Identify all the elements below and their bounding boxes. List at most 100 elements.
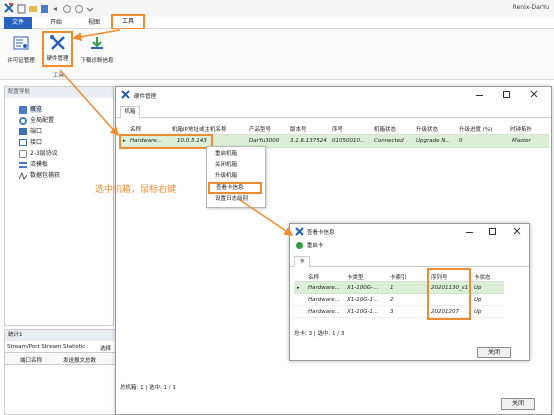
nav-item-packet-capture[interactable]: 数据包捕获 [19, 170, 113, 181]
nav-item-protocols[interactable]: 2-3层协议 [19, 148, 113, 159]
protocol-icon [19, 149, 27, 158]
hardware-tab-strip: 机箱 [116, 103, 551, 118]
stats-tabs: Stream/Port Stream Statistic 选择 [5, 341, 117, 353]
restart-card-button[interactable]: 重启卡 [296, 241, 323, 251]
menu-tools[interactable]: 工具 [111, 14, 145, 30]
ribbon: 许可证管理 硬件管理 下载诊断信息 工具 [0, 29, 554, 80]
hardware-window-title: 硬件管理 [134, 94, 157, 100]
card-cell-type: X1-10G-1... [347, 309, 379, 315]
menu-view-card-info[interactable]: 查看卡信息 [208, 182, 262, 194]
nav-tree: 概览 全局配置 端口 接口 2-3层协议 流模板 数据包捕获 [5, 98, 113, 181]
card-cell-index: 3 [390, 309, 394, 315]
minimize-icon[interactable] [466, 232, 473, 233]
card-grid: 名称 卡类型 卡索引 序列号 卡状态 ▸ Hardware... X1-100G… [294, 268, 504, 320]
maximize-icon[interactable] [489, 228, 496, 235]
capture-icon [19, 171, 28, 180]
card-cell-type: X1-100G-... [347, 285, 379, 291]
card-cell-name: Hardware... [308, 297, 341, 303]
menu-set-log-level[interactable]: 设置日志级别 [207, 194, 265, 205]
hardware-button[interactable]: 硬件管理 [42, 31, 73, 67]
ribbon-group-label: 工具 [53, 73, 65, 79]
menu-restart-chassis[interactable]: 重启机箱 [207, 149, 265, 160]
cell-model: DarYu3000 [249, 138, 280, 144]
stats-tab-stream[interactable]: Stream/Port Stream Statistic [7, 344, 85, 350]
menu-shutdown-chassis[interactable]: 关闭机箱 [207, 160, 265, 171]
col-model: 产品型号 [249, 127, 272, 133]
card-col-type: 卡类型 [347, 275, 364, 281]
nav-panel: 配置导航 概览 全局配置 端口 接口 2-3层协议 流模板 数据包捕获 [4, 86, 114, 326]
menu-view[interactable]: 视图 [80, 17, 108, 29]
card-cell-status: Up [474, 309, 482, 315]
app-logo-icon [295, 227, 304, 236]
wrench-icon [49, 35, 67, 51]
selected-chassis-highlight [119, 134, 213, 149]
maximize-icon[interactable] [503, 91, 510, 98]
stats-panel: 统计1 Stream/Port Stream Statistic 选择 端口名称… [4, 329, 118, 415]
col-status: 机箱状态 [374, 127, 397, 133]
card-header: 名称 卡类型 卡索引 序列号 卡状态 [294, 270, 504, 282]
col-clock: 时钟拓扑 [510, 127, 533, 133]
cell-upgrade-progress: 0 [459, 138, 463, 144]
quick-access-toolbar[interactable] [17, 4, 107, 14]
nav-item-ports[interactable]: 端口 [19, 126, 113, 137]
restart-icon [296, 242, 303, 249]
card-row[interactable]: Hardware... X1-10G-1... 3 20201207 Up [294, 306, 504, 318]
app-logo-icon [4, 3, 14, 13]
menu-upgrade-chassis[interactable]: 升级机箱 [207, 171, 265, 182]
close-icon[interactable] [512, 226, 522, 236]
card-cell-name: Hardware... [308, 285, 341, 291]
minimize-icon[interactable] [476, 95, 483, 96]
col-name: 名称 [130, 127, 142, 133]
title-bar: Renix-DarYu [0, 0, 554, 17]
col-version: 版本号 [290, 127, 307, 133]
home-icon [19, 105, 27, 114]
app-title: Renix-DarYu [512, 4, 549, 11]
card-window-title: 查看卡信息 [307, 230, 335, 236]
annotation-text: 选中机箱，鼠标右键 [95, 185, 177, 195]
download-diagnostics-button[interactable]: 下载诊断信息 [75, 34, 119, 68]
menu-start[interactable]: 开始 [42, 17, 70, 29]
cell-clock: Master [512, 138, 531, 144]
card-row[interactable]: Hardware... X1-10G-1... 2 Up [294, 294, 504, 306]
stats-col-sent: 发送报文总数 [63, 358, 97, 364]
stats-tab-select[interactable]: 选择 [100, 344, 111, 352]
card-cell-name: Hardware... [308, 309, 341, 315]
tab-card[interactable]: 卡 [294, 256, 310, 267]
tab-chassis[interactable]: 机箱 [120, 106, 140, 118]
card-col-name: 名称 [308, 275, 320, 281]
card-row[interactable]: ▸ Hardware... X1-100G-... 1 20201130_s1 … [294, 282, 504, 294]
hardware-window-titlebar: 硬件管理 [116, 87, 551, 103]
stats-title: 统计1 [5, 330, 117, 341]
nav-item-interfaces[interactable]: 接口 [19, 137, 113, 148]
stats-col-port: 端口名称 [20, 358, 43, 364]
stream-icon [19, 161, 27, 168]
card-toolbar: 重启卡 [290, 240, 529, 252]
download-label: 下载诊断信息 [80, 58, 114, 64]
chassis-grid: 名称 机箱IP地址或主机名称 产品型号 版本号 序号 机箱状态 升级状态 升级进… [119, 122, 549, 152]
app-logo-icon [121, 90, 130, 99]
stats-header: 端口名称 发送报文总数 [5, 353, 117, 365]
port-icon [19, 128, 27, 135]
menu-file[interactable]: 文件 [4, 17, 32, 29]
nav-item-overview[interactable]: 概览 [19, 104, 113, 115]
nav-item-stream-templates[interactable]: 流模板 [19, 159, 113, 170]
context-menu: 重启机箱 关闭机箱 升级机箱 查看卡信息 设置日志级别 [206, 146, 266, 208]
nav-item-global-config[interactable]: 全局配置 [19, 115, 113, 126]
card-cell-index: 1 [390, 285, 394, 291]
card-close-button[interactable]: 关闭 [477, 347, 511, 358]
col-serial: 序号 [332, 127, 344, 133]
card-col-index: 卡索引 [390, 275, 407, 281]
cell-version: 3.1.6.137524 [290, 138, 327, 144]
hardware-close-button[interactable]: 关闭 [501, 398, 535, 410]
card-footer: 总卡: 3 | 选中: 1 / 3 [294, 331, 345, 337]
menu-bar: 文件 开始 视图 工具 [0, 14, 554, 30]
card-cell-status: Up [474, 285, 482, 291]
card-cell-status: Up [474, 297, 482, 303]
license-button[interactable]: 许可证管理 [3, 34, 39, 68]
row-expand-icon[interactable]: ▸ [297, 285, 300, 291]
close-icon[interactable] [529, 89, 539, 99]
card-col-status: 卡状态 [474, 275, 491, 281]
cell-upgrade-status: Upgrade N... [416, 138, 451, 144]
card-cell-index: 2 [390, 297, 394, 303]
interface-icon [19, 139, 27, 146]
